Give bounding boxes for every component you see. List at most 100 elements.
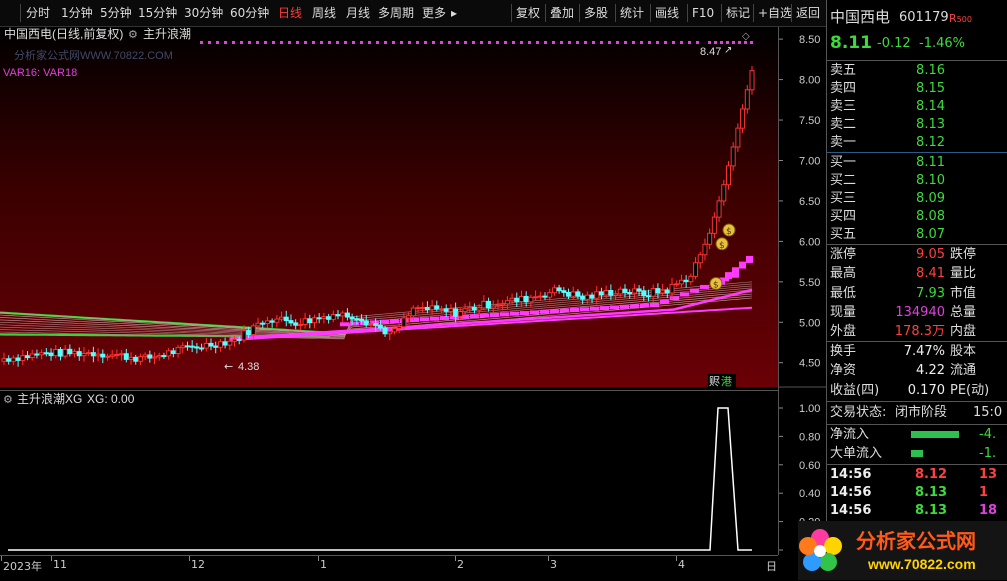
tick-row[interactable]: 14:56 8.12 13 (827, 465, 1007, 484)
bid-level-5[interactable]: 买五 8.07 (827, 225, 1007, 244)
price-tick-0: 8.50 (799, 34, 820, 46)
tool-8[interactable]: 返回 (796, 0, 820, 26)
period-1[interactable]: 1分钟 (61, 0, 93, 26)
signal-dot (536, 41, 539, 44)
candle-body (500, 303, 506, 306)
candle-body (321, 316, 327, 319)
candle-body (217, 341, 223, 348)
flow-bar (911, 450, 923, 457)
event-tag-right[interactable]: 港 (721, 375, 732, 387)
date-tick-0: 2023年 (3, 560, 42, 573)
signal-block (420, 317, 429, 322)
period-7[interactable]: 周线 (312, 0, 336, 26)
period-0[interactable]: 分时 (26, 0, 50, 26)
stat-4[interactable]: 外盘 178.3万 内盘 (827, 322, 1007, 341)
period-9[interactable]: 多周期 (378, 0, 414, 26)
period-4[interactable]: 30分钟 (184, 0, 223, 26)
tick-row[interactable]: 14:56 8.13 18 (827, 501, 1007, 520)
signal-dot (328, 41, 331, 44)
stat2-2-label: 收益(四) (830, 382, 880, 398)
stat2-2[interactable]: 收益(四) 0.170 PE(动) (827, 381, 1007, 400)
bid-level-1[interactable]: 买一 8.11 (827, 153, 1007, 172)
candle-body (43, 352, 49, 355)
ask-level-4-value: 8.15 (916, 81, 945, 96)
tool-6[interactable]: 标记 (726, 0, 750, 26)
bid-level-4[interactable]: 买四 8.08 (827, 207, 1007, 226)
candle-body (316, 317, 322, 320)
trade-state-label: 交易状态: (830, 405, 887, 420)
candle-body (387, 331, 393, 335)
price-change: -0.12 (877, 36, 911, 51)
candle-body (283, 316, 289, 322)
candlestick-chart[interactable]: $$$ 中国西电(日线,前复权) ⚙ 主升浪潮 分析家公式网WWW.70822.… (0, 27, 778, 387)
tool-7[interactable]: +自选 (758, 0, 792, 26)
candle-body (641, 290, 647, 297)
candle-body (509, 297, 515, 302)
candle-body (711, 216, 717, 234)
axis-stub: 日 (766, 560, 777, 573)
tool-5[interactable]: F10 (692, 0, 714, 26)
money-bag-glyph: $ (713, 280, 719, 290)
period-5[interactable]: 60分钟 (230, 0, 269, 26)
period-3[interactable]: 15分钟 (138, 0, 177, 26)
stat-3[interactable]: 现量 134940 总量 (827, 303, 1007, 322)
stat-0[interactable]: 涨停 9.05 跌停 (827, 245, 1007, 264)
period-10[interactable]: 更多 (422, 0, 446, 26)
tool-2[interactable]: 多股 (584, 0, 608, 26)
signal-block (620, 304, 629, 309)
candle-body (528, 296, 534, 303)
more-chevron-icon[interactable]: ▸ (451, 0, 457, 26)
indicator-chart[interactable]: ⚙ 主升浪潮XG XG: 0.00 (0, 390, 778, 555)
ask-level-3-label: 卖三 (830, 99, 857, 114)
signal-dot (288, 41, 291, 44)
indicator-sub-value: XG: 0.00 (87, 392, 135, 406)
ind-tick-1: 0.80 (799, 431, 820, 443)
ask-level-5[interactable]: 卖五 8.16 (827, 61, 1007, 80)
tick-row[interactable]: 14:56 8.13 1 (827, 483, 1007, 502)
candle-body (288, 320, 294, 324)
ask-level-2[interactable]: 卖二 8.13 (827, 115, 1007, 134)
signal-block (390, 319, 399, 324)
period-8[interactable]: 月线 (346, 0, 370, 26)
candle-body (302, 318, 308, 325)
settings-icon[interactable]: ⚙ (128, 28, 138, 41)
signal-dot (384, 41, 387, 44)
tool-0[interactable]: 复权 (516, 0, 540, 26)
stat-0-value: 9.05 (916, 247, 945, 262)
candle-body (678, 279, 684, 285)
signal-block (746, 255, 753, 263)
candle-body (566, 291, 572, 297)
tool-1[interactable]: 叠加 (550, 0, 574, 26)
ask-level-4[interactable]: 卖四 8.15 (827, 79, 1007, 98)
period-2[interactable]: 5分钟 (100, 0, 132, 26)
ask-level-3[interactable]: 卖三 8.14 (827, 97, 1007, 116)
stat2-1[interactable]: 净资 4.22 流通 (827, 361, 1007, 380)
signal-block (660, 299, 669, 304)
bid-level-3[interactable]: 买三 8.09 (827, 189, 1007, 208)
candle-body (429, 305, 435, 311)
stat2-0[interactable]: 换手 7.47% 股本 (827, 342, 1007, 361)
event-tag-left[interactable]: 赆 (709, 376, 720, 387)
candle-body (471, 306, 477, 311)
candle-body (123, 353, 129, 360)
low-arrow-icon: ← (224, 360, 233, 373)
indicator-settings-icon[interactable]: ⚙ (3, 393, 13, 406)
signal-block (440, 316, 449, 321)
candle-body (603, 290, 609, 296)
candle-body (537, 295, 543, 298)
candle-body (627, 292, 633, 295)
period-6[interactable]: 日线 (278, 0, 302, 26)
stat-2[interactable]: 最低 7.93 市值 (827, 284, 1007, 303)
stat-2-label2: 市值 (950, 285, 977, 301)
bid-level-2[interactable]: 买二 8.10 (827, 171, 1007, 190)
stat-1[interactable]: 最高 8.41 量比 (827, 264, 1007, 283)
stat-4-label: 外盘 (830, 324, 857, 340)
signal-dot (616, 41, 619, 44)
candle-body (114, 353, 120, 356)
tool-3[interactable]: 统计 (620, 0, 644, 26)
candle-body (161, 355, 167, 358)
ask-level-1[interactable]: 卖一 8.12 (827, 133, 1007, 152)
candle-body (128, 356, 134, 360)
tool-4[interactable]: 画线 (655, 0, 679, 26)
indicator-name[interactable]: 主升浪潮 (143, 27, 191, 41)
